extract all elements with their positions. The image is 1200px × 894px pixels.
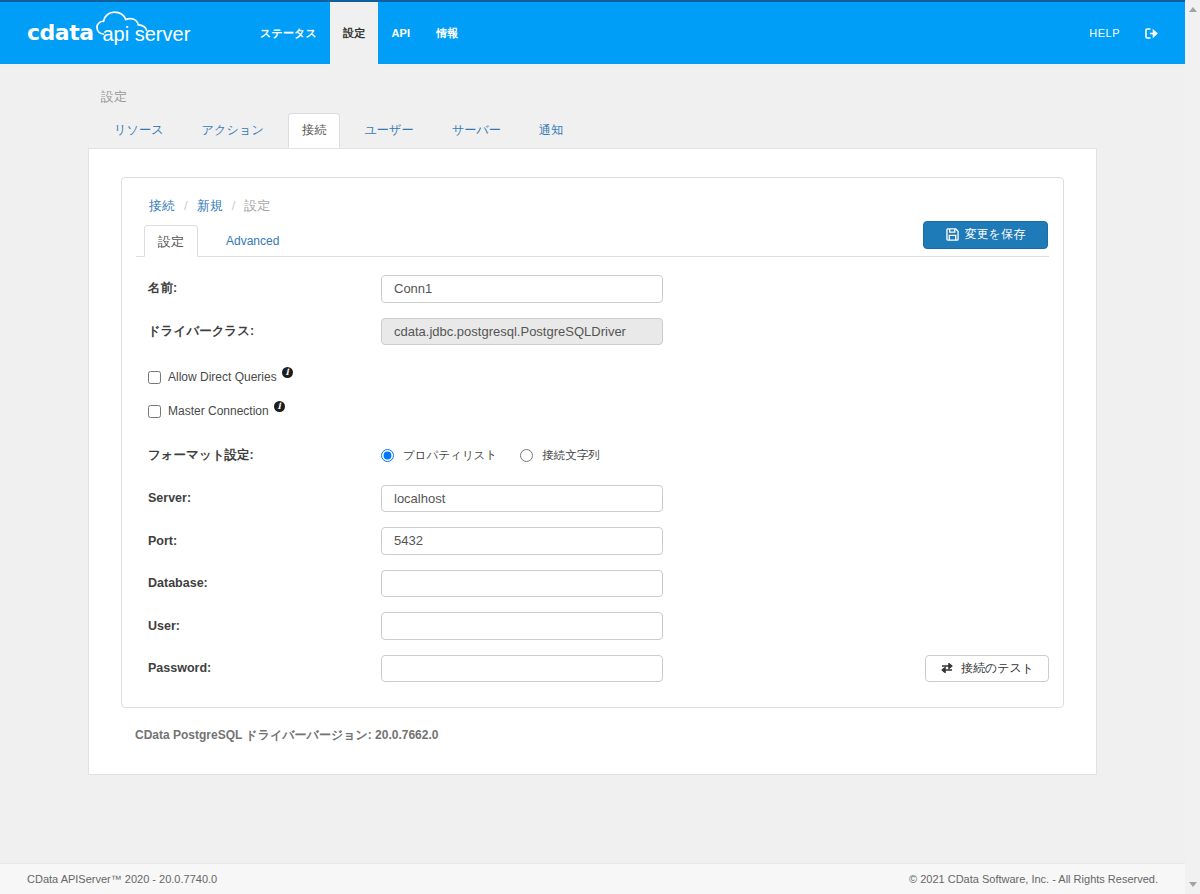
master-connection-checkbox[interactable]: [148, 405, 161, 418]
tab-notifications[interactable]: 通知: [525, 113, 577, 148]
breadcrumb-separator: /: [223, 198, 245, 213]
breadcrumb-separator: /: [175, 198, 197, 213]
connection-panel: 接続/新規/設定 設定 Advanced 変更を保存 名前:: [121, 177, 1064, 708]
vertical-scrollbar[interactable]: [1185, 0, 1200, 894]
main-navigation: ステータス 設定 API 情報: [247, 2, 472, 64]
master-connection-row: Master Connection i: [148, 403, 1050, 419]
password-input[interactable]: [381, 655, 663, 683]
footer-copyright-text: © 2021 CData Software, Inc. - All Rights…: [909, 873, 1158, 885]
topbar-right: HELP: [1089, 2, 1158, 64]
tab-connections[interactable]: 接続: [288, 113, 340, 148]
test-connection-label: 接続のテスト: [961, 660, 1034, 677]
info-icon[interactable]: i: [274, 401, 285, 412]
port-label: Port:: [148, 534, 381, 548]
tab-connection-advanced[interactable]: Advanced: [212, 225, 293, 257]
name-input[interactable]: [381, 275, 663, 303]
logo-product-text: api server: [103, 24, 191, 44]
breadcrumb-new-link[interactable]: 新規: [197, 198, 223, 213]
logo-cdata-text: cdata: [27, 22, 94, 44]
database-input[interactable]: [381, 570, 663, 598]
brand-logo[interactable]: cdata api server: [27, 2, 232, 64]
master-connection-label: Master Connection: [168, 404, 269, 418]
connection-tabs: 設定 Advanced: [136, 225, 1049, 257]
port-input[interactable]: [381, 527, 663, 555]
server-input[interactable]: [381, 485, 663, 513]
viewport: cdata api server ステータス 設定 API 情報 HELP: [0, 0, 1185, 894]
tab-actions[interactable]: アクション: [188, 113, 278, 148]
connection-string-radio[interactable]: [520, 449, 533, 462]
port-row: Port:: [148, 527, 1050, 555]
connection-string-option: 接続文字列: [520, 448, 600, 463]
password-label: Password:: [148, 661, 381, 675]
user-input[interactable]: [381, 612, 663, 640]
page-title: 設定: [101, 88, 127, 106]
help-link[interactable]: HELP: [1089, 27, 1120, 39]
tab-server[interactable]: サーバー: [438, 113, 515, 148]
database-label: Database:: [148, 576, 381, 590]
test-connection-button[interactable]: 接続のテスト: [925, 655, 1049, 683]
driver-class-label: ドライバークラス:: [148, 323, 381, 340]
allow-direct-queries-label: Allow Direct Queries: [168, 370, 277, 384]
property-list-radio[interactable]: [381, 449, 394, 462]
nav-item-settings[interactable]: 設定: [330, 2, 378, 64]
footer: CData APIServer™ 2020 - 20.0.7740.0 © 20…: [0, 863, 1185, 894]
driver-class-input: [381, 318, 663, 346]
name-label: 名前:: [148, 280, 381, 297]
server-label: Server:: [148, 491, 381, 505]
allow-direct-queries-row: Allow Direct Queries i: [148, 369, 1050, 385]
info-icon[interactable]: i: [282, 367, 293, 378]
format-settings-row: フォーマット設定: プロパティリスト 接続文字列: [148, 446, 1050, 465]
tab-connection-settings[interactable]: 設定: [144, 225, 198, 257]
format-radio-group: プロパティリスト 接続文字列: [381, 448, 623, 463]
server-row: Server:: [148, 485, 1050, 513]
database-row: Database:: [148, 570, 1050, 598]
format-settings-label: フォーマット設定:: [148, 447, 381, 464]
nav-item-status[interactable]: ステータス: [247, 2, 330, 64]
nav-item-info[interactable]: 情報: [423, 2, 471, 64]
breadcrumb-connections-link[interactable]: 接続: [149, 198, 175, 213]
scrollbar-up-arrow[interactable]: [1185, 2, 1200, 17]
driver-version-text: CData PostgreSQL ドライバーバージョン: 20.0.7662.0: [135, 727, 438, 744]
exchange-icon: [940, 663, 954, 673]
property-list-option: プロパティリスト: [381, 448, 497, 463]
connection-string-label: 接続文字列: [542, 448, 600, 463]
user-label: User:: [148, 619, 381, 633]
connection-form: 名前: ドライバークラス: Allow Direct Queries i Mas…: [122, 257, 1063, 682]
password-row: Password: 接続のテスト: [148, 655, 1050, 683]
save-changes-label: 変更を保存: [965, 226, 1025, 243]
nav-item-api[interactable]: API: [378, 2, 423, 64]
name-row: 名前:: [148, 275, 1050, 303]
allow-direct-queries-checkbox[interactable]: [148, 371, 161, 384]
save-icon: [946, 228, 959, 241]
connections-card: 接続/新規/設定 設定 Advanced 変更を保存 名前:: [88, 148, 1097, 775]
user-row: User:: [148, 612, 1050, 640]
driver-class-row: ドライバークラス:: [148, 318, 1050, 346]
breadcrumb-current: 設定: [244, 198, 270, 213]
top-navigation-bar: cdata api server ステータス 設定 API 情報 HELP: [0, 0, 1185, 64]
breadcrumb: 接続/新規/設定: [122, 178, 1063, 225]
footer-version-text: CData APIServer™ 2020 - 20.0.7740.0: [27, 873, 217, 885]
save-changes-button[interactable]: 変更を保存: [923, 221, 1048, 249]
logout-icon[interactable]: [1145, 28, 1158, 39]
tab-resources[interactable]: リソース: [100, 113, 178, 148]
settings-tabs: リソース アクション 接続 ユーザー サーバー 通知: [100, 113, 587, 148]
tab-users[interactable]: ユーザー: [350, 113, 427, 148]
property-list-label: プロパティリスト: [403, 448, 497, 463]
scrollbar-down-arrow[interactable]: [1185, 877, 1200, 892]
